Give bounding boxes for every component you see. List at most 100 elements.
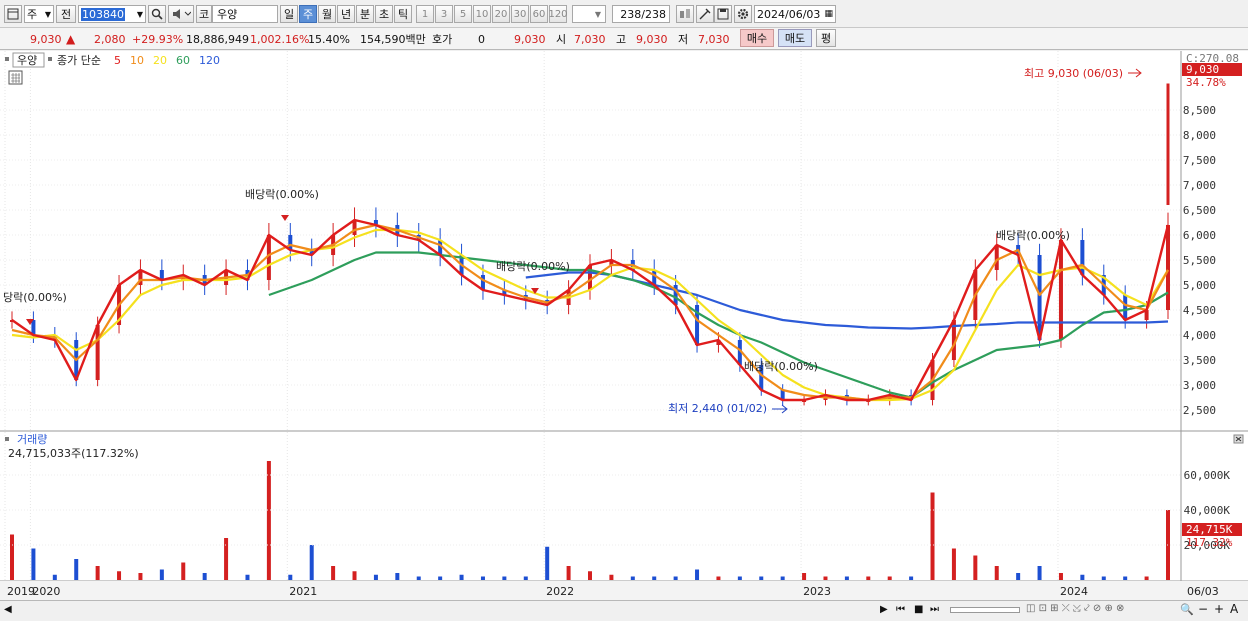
tab-interval[interactable]: 5 [454, 5, 472, 23]
low-value: 7,030 [698, 32, 730, 46]
moving-average-lines [11, 218, 1170, 402]
dividend-annotation: 배당락(0.00%) [996, 229, 1070, 242]
stock-chart[interactable]: 2,500 3,000 3,500 4,000 4,500 5,000 5,500 6,000… [0, 51, 1248, 601]
stock-code-input[interactable]: 103840 ▼ [78, 5, 146, 23]
tool-icon[interactable] [696, 5, 714, 23]
dividend-marker [281, 215, 289, 221]
avg-button[interactable]: 평 [816, 29, 836, 47]
change-value: 2,080 [94, 32, 126, 46]
volume-bar [266, 461, 271, 580]
legend-ma-60: 60 [176, 54, 190, 67]
market-button[interactable]: 코 [196, 5, 212, 23]
volume-ratio: 1,002.16% [250, 32, 310, 46]
price-tick: 6,500 [1183, 204, 1216, 217]
volume-bar [1080, 574, 1085, 580]
tab-interval[interactable]: 60 [530, 5, 548, 23]
chart-area: 2,500 3,000 3,500 4,000 4,500 5,000 5,500 6,000… [0, 51, 1248, 601]
zoom-slider[interactable] [950, 607, 1020, 613]
open-value: 7,030 [574, 32, 606, 46]
compare-icon[interactable] [676, 5, 694, 23]
search-icon[interactable] [148, 5, 166, 23]
grid-toggle-icon[interactable] [8, 70, 23, 85]
zoom-in-icon[interactable]: + [1214, 602, 1224, 616]
save-icon[interactable] [714, 5, 732, 23]
scroll-left-icon[interactable]: ◀ [4, 604, 12, 615]
tab-interval[interactable]: 120 [548, 5, 568, 23]
candle-body [588, 265, 592, 290]
volume-bar [951, 548, 956, 580]
volume-bar [416, 576, 421, 580]
font-size-icon[interactable]: A [1230, 602, 1238, 616]
up-arrow-icon: ▲ [66, 32, 76, 46]
tab-interval[interactable]: 3 [435, 5, 453, 23]
year-label: 2020 [32, 585, 60, 598]
year-label: 2021 [289, 585, 317, 598]
date-field[interactable]: 2024/06/03 ▦ [754, 5, 836, 23]
tab-interval[interactable]: 30 [511, 5, 529, 23]
volume-bar [74, 559, 79, 580]
volume-bar [224, 538, 229, 580]
volume-bar [31, 548, 36, 580]
price-tick: 2,500 [1183, 404, 1216, 417]
chevron-down-icon: ▼ [136, 9, 143, 19]
zoom-search-icon[interactable]: 🔍 [1180, 603, 1194, 616]
stock-code-value: 103840 [81, 7, 125, 21]
volume-bar [138, 573, 143, 580]
tab-period[interactable]: 분 [356, 5, 374, 23]
volume-bullet [5, 437, 9, 441]
speaker-icon[interactable] [168, 5, 194, 23]
tab-period[interactable]: 일 [280, 5, 298, 23]
zoom-out-icon[interactable]: − [1198, 602, 1208, 616]
volume-bar [395, 573, 400, 580]
volume-bar [352, 571, 357, 580]
volume-bar [737, 576, 742, 580]
tab-period[interactable]: 초 [375, 5, 393, 23]
tab-period[interactable]: 월 [318, 5, 336, 23]
volume-bar [373, 574, 378, 580]
price-tick: 8,000 [1183, 129, 1216, 142]
gear-icon[interactable] [734, 5, 752, 23]
candle-body [1123, 295, 1128, 320]
tab-period[interactable]: 틱 [394, 5, 412, 23]
hoga-label: 호가 [432, 33, 453, 46]
window-icon[interactable] [4, 5, 22, 23]
interval-custom-select[interactable]: ▼ [572, 5, 606, 23]
scroll-right-icon[interactable]: ▶ [880, 604, 888, 615]
tab-interval[interactable]: 10 [473, 5, 491, 23]
high-value: 9,030 [636, 32, 668, 46]
first-icon[interactable]: ⏮ [896, 604, 905, 615]
tab-period[interactable]: 년 [337, 5, 355, 23]
chart-type-select[interactable]: 주 ▼ [24, 5, 54, 23]
last-icon[interactable]: ⏭ [930, 604, 939, 615]
volume-bar [1101, 576, 1106, 580]
sell-button[interactable]: 매도 [778, 29, 812, 47]
price-tick: 7,500 [1183, 154, 1216, 167]
volume-bar [695, 569, 700, 580]
tab-period[interactable]: 주 [299, 5, 317, 23]
count-field[interactable]: 238/238 [612, 5, 670, 23]
amount-value: 154,590백만 [360, 33, 426, 46]
volume-bar [1037, 566, 1042, 580]
volume-bar [117, 571, 122, 580]
prev-button[interactable]: 전 [56, 5, 76, 23]
price-tick: 7,000 [1183, 179, 1216, 192]
tab-interval[interactable]: 1 [416, 5, 434, 23]
low-label: 저 [678, 33, 689, 46]
price-tick: 4,000 [1183, 329, 1216, 342]
bottom-scrollbar[interactable]: ◀ ▶ ⏮ ■ ⏭ ◫ ⊡ ⊞ ⤫ ⤩ ⤦ ⊘ ⊕ ⊗ 🔍 − + A [0, 600, 1248, 621]
ma-line-10 [11, 223, 1169, 402]
volume-bar [202, 573, 207, 580]
quote-bar: 9,030 ▲ 2,080 +29.93% 18,886,949 1,002.1… [0, 28, 1248, 50]
stock-name-field[interactable]: 우양 [212, 5, 278, 23]
current-value: 9,030 [514, 32, 546, 46]
volume-bar [1144, 576, 1149, 580]
year-label: 2019 [7, 585, 35, 598]
volume-value: 18,886,949 [186, 32, 249, 46]
legend-title: 종가 단순 [57, 54, 101, 67]
volume-bar [844, 576, 849, 580]
tab-interval[interactable]: 20 [492, 5, 510, 23]
drawing-tools-icon[interactable]: ◫ ⊡ ⊞ ⤫ ⤩ ⤦ ⊘ ⊕ ⊗ [1026, 603, 1124, 614]
chart-type-value: 주 [27, 8, 38, 21]
stop-icon[interactable]: ■ [914, 604, 923, 615]
buy-button[interactable]: 매수 [740, 29, 774, 47]
